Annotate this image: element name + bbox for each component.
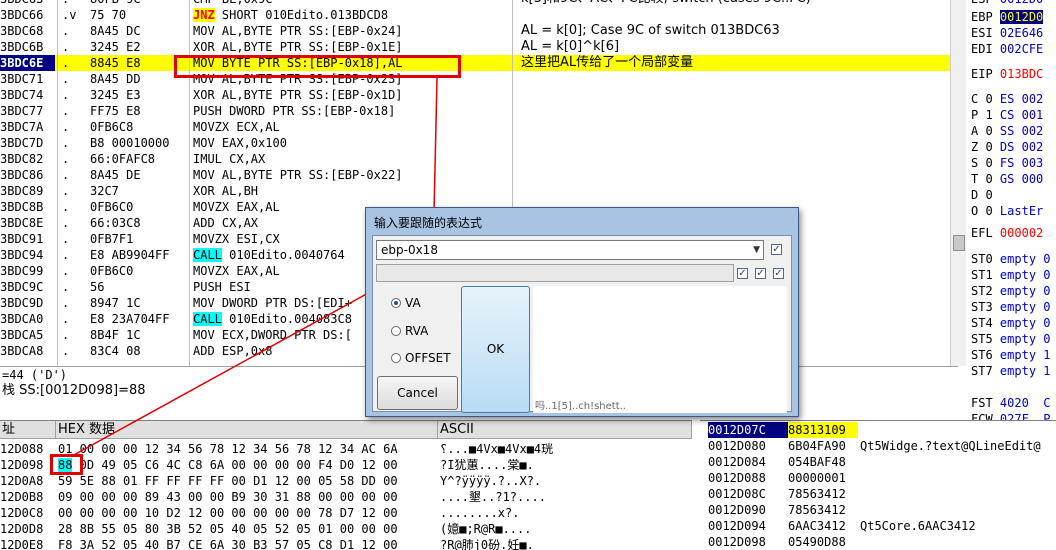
ok-button[interactable]: OK bbox=[461, 286, 530, 413]
checkbox-icon[interactable]: ✓ bbox=[771, 244, 782, 255]
radio-offset-label: OFFSET bbox=[405, 351, 451, 365]
follow-expression-dialog[interactable]: 输入要跟随的表达式 ebp-0x18 ▼ ✓ ✓ ✓ ✓ VA RVA OFFS… bbox=[365, 207, 799, 417]
preview-footnote: 吗..1[5]..ch!shett.. bbox=[535, 401, 626, 412]
radio-rva[interactable]: RVA bbox=[391, 324, 428, 338]
radio-offset[interactable]: OFFSET bbox=[391, 351, 451, 365]
checkbox-icon[interactable]: ✓ bbox=[737, 268, 748, 279]
dialog-title: 输入要跟随的表达式 bbox=[374, 216, 483, 230]
radio-va[interactable]: VA bbox=[391, 296, 421, 310]
cancel-button[interactable]: Cancel bbox=[377, 376, 458, 410]
expression-value: ebp-0x18 bbox=[381, 243, 438, 257]
checkbox-icon[interactable]: ✓ bbox=[755, 268, 766, 279]
expression-input[interactable]: ebp-0x18 ▼ bbox=[376, 240, 764, 260]
checkbox-icon[interactable]: ✓ bbox=[773, 268, 784, 279]
expression-result-field bbox=[376, 264, 734, 282]
radio-dot-icon bbox=[391, 298, 401, 308]
radio-dot-icon bbox=[391, 326, 401, 336]
radio-dot-icon bbox=[391, 353, 401, 363]
radio-rva-label: RVA bbox=[405, 324, 429, 338]
dialog-preview-panel: 吗..1[5]..ch!shett.. bbox=[533, 286, 787, 413]
radio-va-label: VA bbox=[405, 296, 421, 310]
chevron-down-icon[interactable]: ▼ bbox=[753, 241, 760, 259]
dialog-body: ebp-0x18 ▼ ✓ ✓ ✓ ✓ VA RVA OFFSET OK Canc… bbox=[372, 235, 792, 413]
